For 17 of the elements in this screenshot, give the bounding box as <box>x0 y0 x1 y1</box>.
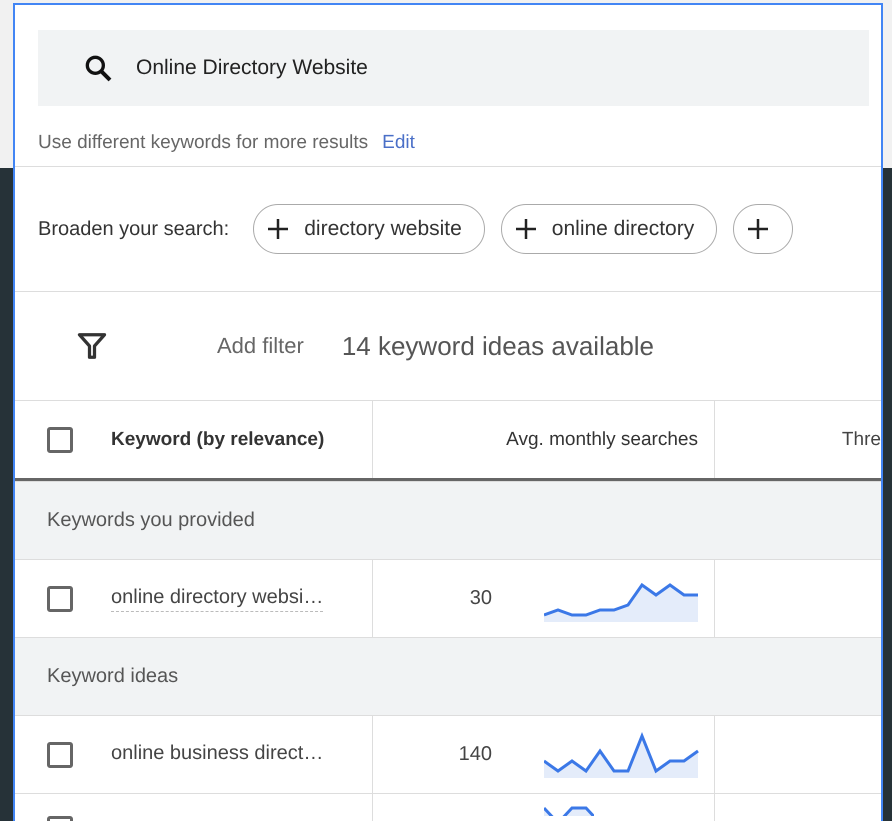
broaden-label: Broaden your search: <box>38 218 230 240</box>
monthly-searches: 140 <box>458 743 492 766</box>
keyword-text: online business direct… <box>111 742 324 766</box>
suggestion-chip[interactable]: online directory <box>500 204 718 254</box>
add-filter-button[interactable]: Add filter <box>217 333 304 359</box>
hint-text: Use different keywords for more results <box>38 132 368 154</box>
keyword-text: online directory websi… <box>111 586 324 612</box>
edit-link[interactable]: Edit <box>382 132 415 154</box>
column-header[interactable]: Avg. monthly searches <box>506 428 698 450</box>
group-label: Keywords you provided <box>47 509 255 532</box>
group-label: Keyword ideas <box>47 665 178 688</box>
search-input[interactable]: Online Directory Website <box>134 55 738 81</box>
column-header[interactable]: Thre <box>842 428 881 450</box>
suggestion-chip[interactable]: directory website <box>253 204 485 254</box>
keyword-count: 14 keyword ideas available <box>342 330 654 362</box>
column-header[interactable]: Keyword (by relevance) <box>111 428 324 450</box>
monthly-searches: 30 <box>470 587 492 610</box>
